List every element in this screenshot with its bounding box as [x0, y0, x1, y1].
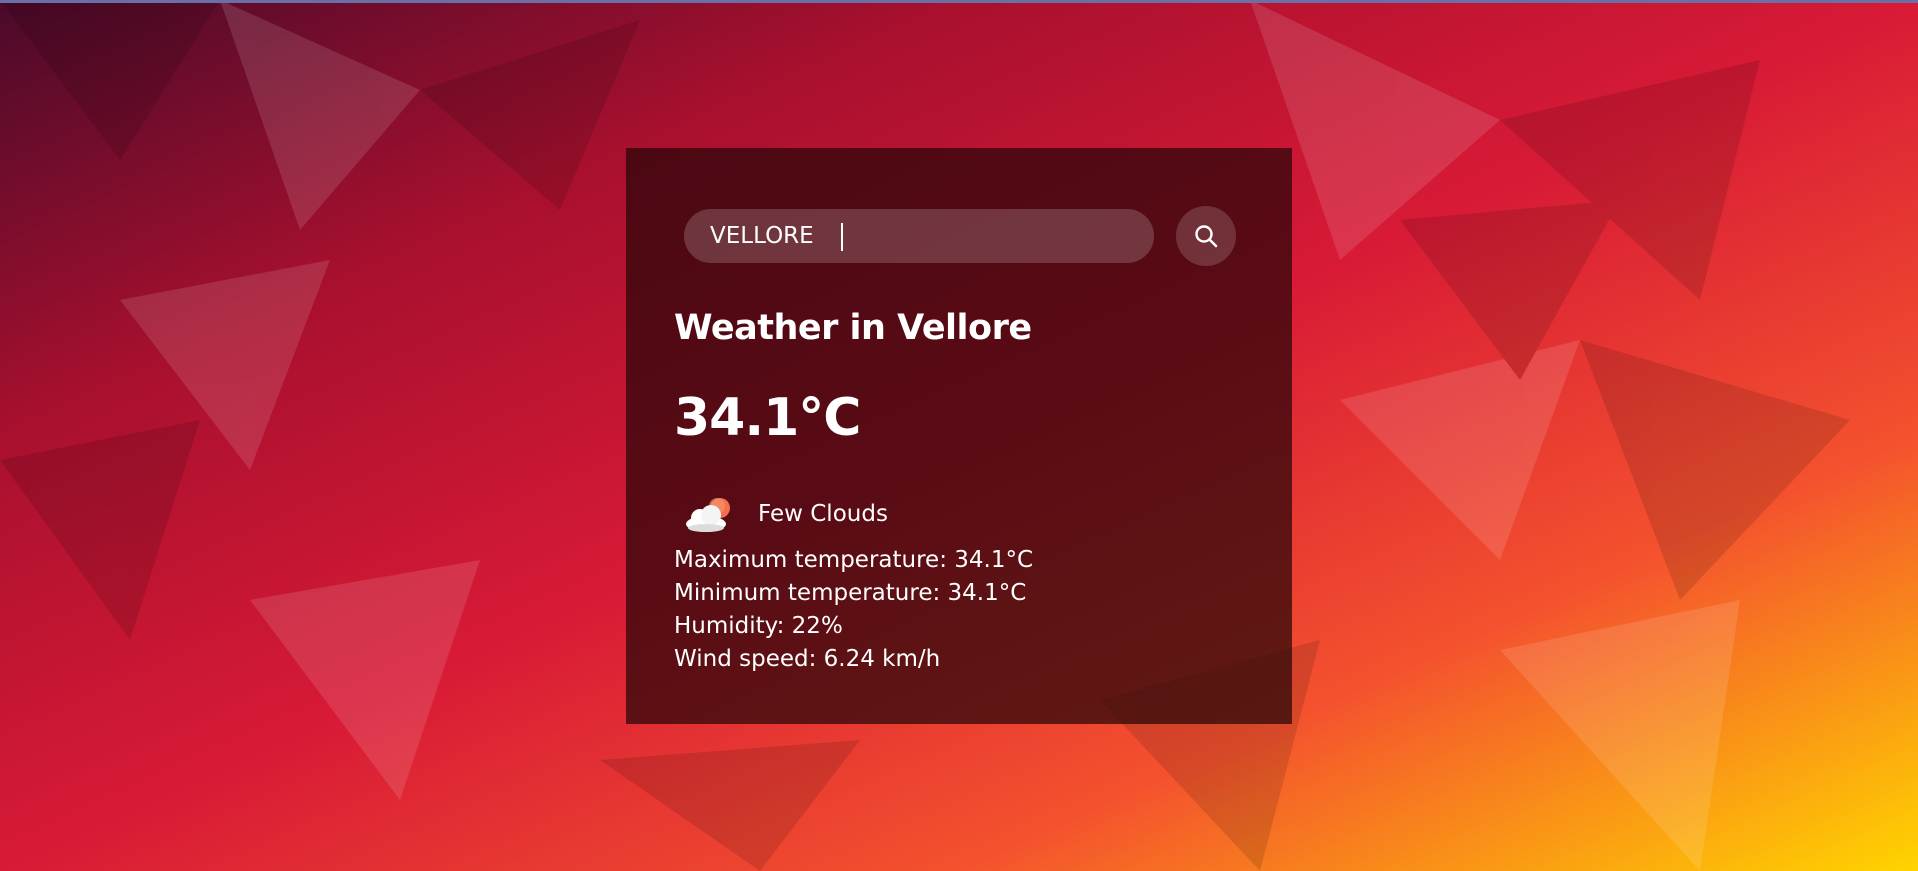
- max-temperature: Maximum temperature: 34.1°C: [674, 547, 1034, 573]
- condition-row: Few Clouds: [682, 484, 888, 544]
- window-top-edge: [0, 0, 1918, 3]
- current-temperature: 34.1°C: [674, 388, 861, 448]
- weather-title: Weather in Vellore: [674, 308, 1032, 348]
- weather-details: Maximum temperature: 34.1°C Minimum temp…: [674, 544, 1033, 676]
- wind-speed: Wind speed: 6.24 km/h: [674, 646, 941, 672]
- humidity: Humidity: 22%: [674, 613, 843, 639]
- weather-card: Weather in Vellore 34.1°C Few Clouds Max…: [626, 148, 1292, 724]
- search-icon: [1195, 225, 1218, 248]
- min-temperature: Minimum temperature: 34.1°C: [674, 580, 1027, 606]
- search-button[interactable]: [1176, 206, 1236, 266]
- city-search-input[interactable]: [684, 209, 1154, 263]
- text-caret: [841, 223, 843, 251]
- condition-label: Few Clouds: [758, 501, 888, 527]
- few-clouds-icon: [686, 498, 730, 532]
